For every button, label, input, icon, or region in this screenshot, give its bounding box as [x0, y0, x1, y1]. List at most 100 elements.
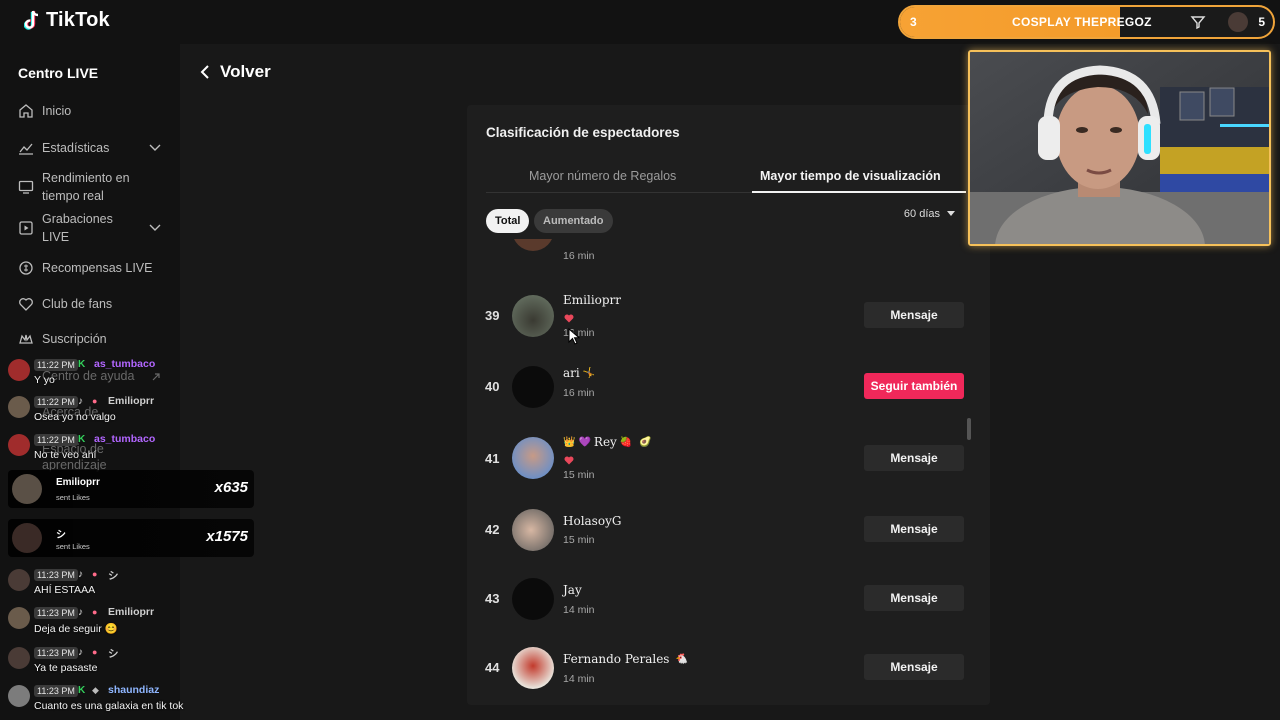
- rank-number: 42: [485, 522, 500, 537]
- list-item: 39 Emilioprr 16 min Mensaje: [467, 285, 990, 345]
- streamer-webcam-image: [970, 52, 1269, 244]
- rank-number: 39: [485, 308, 500, 323]
- watch-time: 14 min: [563, 604, 595, 616]
- tab-regalos[interactable]: Mayor número de Regalos: [529, 169, 676, 183]
- fan-badge-icon: ●: [92, 607, 98, 617]
- emoji-icon: 🐔: [675, 653, 688, 665]
- sidebar-item-estadisticas[interactable]: Estadísticas: [18, 139, 168, 157]
- chat-text: Ya te pasaste: [34, 662, 98, 674]
- list-item: 42 HolasoyG 15 min Mensaje: [467, 501, 990, 561]
- message-button[interactable]: Mensaje: [864, 302, 964, 328]
- list-scrollbar[interactable]: [967, 418, 971, 440]
- chat-timestamp: 11:23 PM: [34, 569, 78, 581]
- chat-avatar: [8, 396, 30, 418]
- chat-avatar: [8, 607, 30, 629]
- filter-total[interactable]: Total: [486, 209, 530, 233]
- rank-number: 41: [485, 451, 500, 466]
- gift-notification: シ sent Likes x1575: [8, 519, 254, 557]
- filter-aumentado[interactable]: Aumentado: [534, 209, 613, 233]
- gift-subtitle: sent Likes: [56, 493, 90, 502]
- message-button[interactable]: Mensaje: [864, 654, 964, 680]
- chevron-down-icon[interactable]: [148, 222, 162, 234]
- tiktok-badge-icon: ♪: [78, 396, 83, 407]
- watch-time: 15 min: [563, 469, 595, 481]
- list-item: 16 min: [467, 239, 990, 269]
- watch-time: 16 min: [563, 250, 595, 262]
- heart-emoji-icon: 🍓: [619, 436, 633, 448]
- home-icon: [19, 104, 33, 118]
- chat-message: 11:23 PM ♪ ● Emilioprr Deja de seguir 😊: [8, 605, 258, 639]
- username: Rey: [593, 435, 617, 449]
- tiktok-logo[interactable]: TikTok: [24, 9, 110, 32]
- chat-text: Osea yo no valgo: [34, 411, 116, 423]
- sidebar-item-suscripcion[interactable]: Suscripción: [18, 330, 168, 348]
- heart-icon: [564, 456, 574, 465]
- sidebar-item-rendimiento[interactable]: Rendimiento en tiempo real: [18, 169, 168, 205]
- avatar[interactable]: [512, 647, 554, 689]
- sidebar-item-grabaciones[interactable]: Grabaciones LIVE: [18, 210, 168, 246]
- sidebar-item-recompensas[interactable]: Recompensas LIVE: [18, 259, 168, 277]
- gift-notification: Emilioprr sent Likes x635: [8, 470, 254, 508]
- sidebar-item-label: Club de fans: [42, 297, 113, 311]
- sidebar-item-label: Grabaciones LIVE: [42, 212, 113, 244]
- message-button[interactable]: Mensaje: [864, 516, 964, 542]
- fan-badge-icon: ●: [92, 396, 98, 406]
- tiktok-badge-icon: ♪: [78, 607, 83, 618]
- gift-username: Emilioprr: [56, 477, 100, 488]
- username: Emilioprr: [563, 293, 622, 307]
- follow-back-button[interactable]: Seguir también: [864, 373, 964, 399]
- message-button[interactable]: Mensaje: [864, 585, 964, 611]
- chat-username: as_tumbaco: [94, 358, 156, 370]
- gift-avatar: [12, 523, 42, 553]
- chat-username: Emilioprr: [108, 395, 155, 407]
- chat-message: 11:22 PM K as_tumbaco Y yo: [8, 357, 258, 391]
- sidebar-item-club-de-fans[interactable]: Club de fans: [18, 295, 168, 313]
- rank-number: 43: [485, 591, 500, 606]
- avatar[interactable]: [512, 578, 554, 620]
- sidebar-item-label: Suscripción: [42, 332, 107, 346]
- chat-avatar: [8, 434, 30, 456]
- message-button[interactable]: Mensaje: [864, 445, 964, 471]
- webcam-overlay: [968, 50, 1271, 246]
- list-item: 44 Fernando Perales 🐔 14 min Mensaje: [467, 638, 990, 698]
- chat-avatar: [8, 569, 30, 591]
- gift-avatar: [12, 474, 42, 504]
- avatar[interactable]: [512, 366, 554, 408]
- avatar[interactable]: [512, 295, 554, 337]
- chat-message: 11:23 PM ♪ ● シ Ya te pasaste: [8, 645, 258, 679]
- chat-timestamp: 11:23 PM: [34, 685, 78, 697]
- sidebar-item-inicio[interactable]: Inicio: [18, 102, 168, 120]
- monitor-icon: [18, 180, 34, 194]
- chat-timestamp: 11:22 PM: [34, 434, 78, 446]
- viewer-ranking-panel: Clasificación de espectadores Mayor núme…: [467, 105, 990, 705]
- back-button[interactable]: Volver: [200, 62, 271, 82]
- chat-avatar: [8, 647, 30, 669]
- goal-start-value: 3: [910, 15, 917, 29]
- goal-avatar: [1228, 12, 1248, 32]
- chat-message: 11:22 PM K as_tumbaco No te veo ahí: [8, 432, 258, 466]
- avatar[interactable]: [512, 437, 554, 479]
- fan-badge-icon: ●: [92, 569, 98, 579]
- chat-text: Y yo: [34, 374, 55, 386]
- chevron-down-icon[interactable]: [148, 142, 162, 154]
- crown-emoji-icon: 👑: [563, 436, 576, 448]
- chat-username: Emilioprr: [108, 606, 155, 618]
- period-dropdown[interactable]: 60 días: [904, 208, 955, 220]
- watch-time: 14 min: [563, 673, 595, 685]
- avatar[interactable]: [512, 509, 554, 551]
- chat-username: シ: [108, 570, 119, 582]
- top-bar: TikTok 3 COSPLAY THEPREGOZ 5: [0, 0, 1280, 44]
- tab-tiempo-visualizacion[interactable]: Mayor tiempo de visualización: [760, 169, 941, 183]
- gift-count: x635: [214, 479, 248, 496]
- live-goal-bar: 3 COSPLAY THEPREGOZ 5: [898, 5, 1275, 39]
- sidebar-item-label: Inicio: [42, 104, 72, 118]
- username: Fernando Perales: [563, 652, 670, 666]
- chat-username: shaundiaz: [108, 684, 160, 696]
- active-tab-indicator: [752, 191, 966, 193]
- avatar: [512, 239, 554, 251]
- sidebar-title: Centro LIVE: [18, 65, 99, 81]
- rank-number: 40: [485, 379, 500, 394]
- shield-badge-icon: ◆: [92, 685, 99, 695]
- username: HolasoyG: [563, 514, 622, 528]
- tiktok-badge-icon: ♪: [78, 647, 83, 658]
